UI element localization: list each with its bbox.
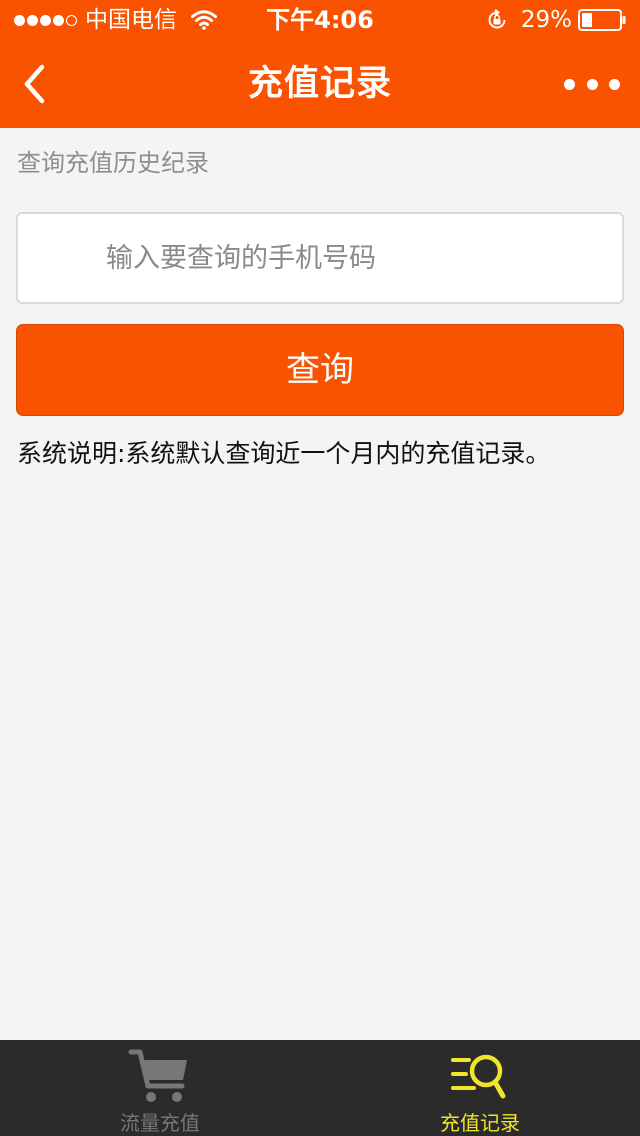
more-dot [586, 78, 598, 90]
query-button[interactable]: 查询 [16, 324, 624, 416]
tab-recharge-records[interactable]: 充值记录 [320, 1040, 640, 1136]
tab-label: 充值记录 [440, 1111, 520, 1135]
section-label: 查询充值历史纪录 [17, 149, 209, 177]
tab-label: 流量充值 [120, 1111, 200, 1135]
more-dot [609, 78, 620, 90]
page-title: 充值记录 [247, 64, 392, 104]
status-right: 29% [485, 0, 626, 40]
system-note: 系统说明:系统默认查询近一个月内的充值记录。 [17, 439, 551, 468]
record-search-icon [320, 1046, 640, 1108]
more-dot [564, 78, 575, 90]
phone-number-input[interactable] [16, 212, 624, 304]
battery-icon [578, 9, 626, 31]
more-button[interactable] [564, 66, 620, 102]
battery-percent: 29% [520, 7, 572, 33]
app-header: 中国电信 下午4:06 29% 充值记录 [0, 0, 640, 128]
status-bar: 中国电信 下午4:06 29% [0, 0, 640, 40]
tab-bar: 流量充值 充值记录 [0, 1040, 640, 1136]
cart-icon [0, 1046, 320, 1108]
tab-data-recharge[interactable]: 流量充值 [0, 1040, 320, 1136]
nav-bar: 充值记录 [0, 40, 640, 128]
rotation-lock-icon [485, 8, 509, 32]
